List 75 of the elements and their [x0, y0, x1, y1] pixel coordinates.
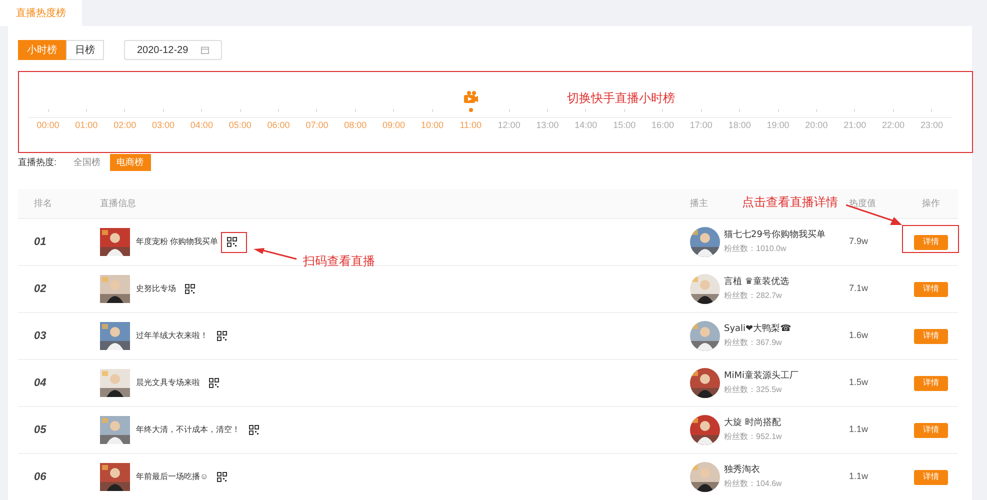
hour-label[interactable]: 02:00 [114, 119, 136, 132]
heat-value: 1.1w [849, 470, 870, 484]
rank-number: 01 [33, 234, 48, 250]
hour-label[interactable]: 00:00 [36, 119, 60, 132]
column-header: 播主 [690, 198, 708, 208]
rank-number: 05 [33, 422, 48, 438]
hour-label[interactable]: 23:00 [920, 119, 943, 132]
hour-label[interactable]: 19:00 [766, 119, 790, 132]
hour-label[interactable]: 08:00 [344, 119, 367, 132]
fan-count: 粉丝数：1010.0w [724, 242, 788, 255]
column-header: 热度值 [849, 198, 876, 208]
column-header: 排名 [34, 198, 52, 208]
hour-label[interactable]: 10:00 [420, 119, 444, 132]
fan-count: 粉丝数：952.1w [724, 430, 782, 443]
stream-title: 年度宠粉 你购物我买单 [136, 236, 218, 248]
anchor-name: 猫七七29号你购物我买单 [724, 229, 826, 242]
column-header: 直播信息 [100, 198, 136, 208]
anchor-name: 大旋 时尚搭配 [724, 417, 782, 430]
hour-label[interactable]: 01:00 [75, 119, 98, 132]
fan-count: 粉丝数：282.7w [724, 290, 783, 302]
hour-label[interactable]: 20:00 [805, 119, 828, 132]
filter-label: 直播热度: [18, 156, 57, 169]
rank-number: 03 [33, 328, 48, 344]
annotation-text: 扫码查看直播 [303, 253, 375, 270]
details-button[interactable]: 详情 [914, 234, 948, 250]
date-field[interactable]: 2020-12-29 [124, 40, 222, 60]
hour-label[interactable]: 03:00 [152, 119, 175, 132]
filter-tab[interactable]: 全国榜 [66, 154, 108, 171]
heat-value: 7.9w [849, 235, 870, 248]
hour-label[interactable]: 22:00 [882, 119, 905, 132]
hour-label[interactable]: 18:00 [728, 119, 751, 132]
heat-value: 1.6w [849, 329, 870, 342]
hour-label[interactable]: 13:00 [536, 119, 559, 132]
anchor-name: Syali❤大鸭梨☎ [724, 323, 792, 336]
page-tab[interactable]: 直播热度榜 [0, 0, 82, 26]
hour-label[interactable]: 12:00 [498, 119, 520, 132]
stream-title: 年前最后一场吃播☺ [136, 471, 208, 483]
stream-title: 年终大清，不计成本，清空！ [136, 424, 240, 436]
hour-label[interactable]: 09:00 [382, 119, 406, 132]
hour-label[interactable]: 17:00 [690, 119, 712, 132]
details-button[interactable]: 详情 [914, 328, 948, 344]
column-header: 操作 [922, 198, 940, 208]
details-button[interactable]: 详情 [914, 376, 948, 390]
hour-label[interactable]: 16:00 [651, 119, 674, 132]
details-button[interactable]: 详情 [914, 422, 948, 438]
hour-label[interactable]: 06:00 [267, 119, 290, 132]
rank-number: 06 [33, 470, 48, 485]
fan-count: 粉丝数：325.5w [724, 384, 783, 396]
heat-value: 1.5w [849, 376, 870, 390]
hour-label[interactable]: 15:00 [613, 119, 636, 132]
rank-number: 02 [33, 282, 48, 297]
anchor-name: 独秀淘衣 [724, 464, 761, 478]
annotation-text: 点击查看直播详情 [742, 194, 838, 211]
fan-count: 粉丝数：104.6w [724, 478, 782, 490]
stream-title: 晨光文具专场来啦 [136, 377, 200, 389]
fan-count: 粉丝数：367.9w [724, 336, 783, 349]
details-button[interactable]: 详情 [914, 470, 948, 484]
hour-label[interactable]: 11:00 [460, 119, 482, 132]
filter-tab[interactable]: 电商榜 [110, 154, 151, 171]
stream-title: 史努比专场 [136, 283, 176, 295]
period-tab[interactable]: 小时榜 [18, 40, 66, 60]
hour-label[interactable]: 05:00 [228, 119, 252, 132]
period-tab[interactable]: 日榜 [66, 40, 104, 60]
hour-label[interactable]: 04:00 [190, 119, 213, 132]
anchor-name: 言植 ♛童装优选 [724, 276, 789, 290]
details-button[interactable]: 详情 [914, 282, 948, 296]
heat-value: 7.1w [849, 282, 870, 296]
anchor-name: MiMi童装源头工厂 [724, 370, 799, 384]
annotation-text: 切换快手直播小时榜 [567, 90, 675, 107]
hour-label[interactable]: 14:00 [574, 119, 598, 132]
rank-number: 04 [33, 376, 48, 391]
heat-value: 1.1w [849, 423, 870, 436]
hour-label[interactable]: 21:00 [844, 119, 866, 132]
hour-label[interactable]: 07:00 [306, 119, 328, 132]
stream-title: 过年羊绒大衣来啦！ [136, 330, 208, 342]
